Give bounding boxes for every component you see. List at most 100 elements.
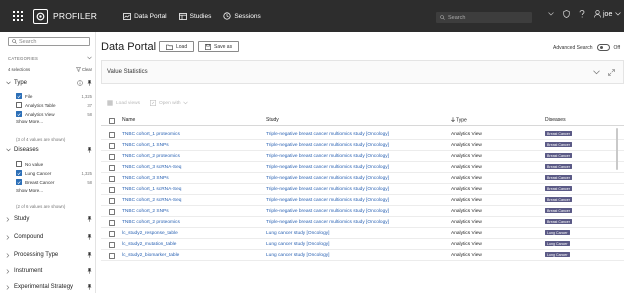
row-name-link[interactable]: lc_study2_mutation_table bbox=[122, 242, 176, 247]
row-checkbox[interactable] bbox=[109, 186, 115, 193]
row-checkbox[interactable] bbox=[109, 241, 115, 248]
global-search-input[interactable]: Search bbox=[436, 12, 532, 23]
table-row[interactable]: TNBC cohort_2 SNPs Triple-negative breast… bbox=[101, 206, 624, 217]
row-name-link[interactable]: lc_study2_biomarker_table bbox=[122, 253, 179, 258]
pin-icon[interactable] bbox=[87, 147, 92, 153]
row-checkbox[interactable] bbox=[109, 252, 115, 259]
row-checkbox[interactable] bbox=[109, 164, 115, 171]
checkbox[interactable] bbox=[16, 102, 22, 108]
column-header-name[interactable]: Name bbox=[122, 117, 135, 123]
checkbox[interactable] bbox=[16, 161, 22, 167]
shield-icon[interactable] bbox=[563, 10, 570, 18]
row-name-link[interactable]: TNBC cohort_3 scRNA-Seq bbox=[122, 165, 181, 170]
row-study-link[interactable]: Triple-negative breast cancer multiomics… bbox=[266, 187, 389, 192]
table-row[interactable]: lc_study2_mutation_table Lung cancer stud… bbox=[101, 239, 624, 250]
pin-icon[interactable] bbox=[87, 284, 92, 290]
row-name-link[interactable]: lc_study2_response_table bbox=[122, 231, 178, 236]
row-study-link[interactable]: Lung cancer study [Oncology] bbox=[266, 253, 329, 258]
toggle-switch[interactable] bbox=[597, 44, 611, 51]
help-icon[interactable] bbox=[579, 10, 585, 18]
app-grid-icon[interactable] bbox=[8, 6, 28, 26]
nav-studies[interactable]: Studies bbox=[178, 13, 211, 20]
checkbox-checked[interactable] bbox=[16, 179, 22, 185]
chevron-down-icon[interactable] bbox=[593, 70, 600, 75]
row-study-link[interactable]: Triple-negative breast cancer multiomics… bbox=[266, 220, 389, 225]
pin-icon[interactable] bbox=[87, 216, 92, 222]
facet-item-file[interactable]: File 1,325 bbox=[16, 93, 92, 99]
row-study-link[interactable]: Triple-negative breast cancer multiomics… bbox=[266, 198, 389, 203]
column-header-study[interactable]: Study bbox=[266, 117, 279, 123]
info-icon[interactable] bbox=[77, 80, 83, 86]
pin-icon[interactable] bbox=[87, 252, 92, 258]
table-row[interactable]: TNBC cohort_1 SNPs Triple-negative breast… bbox=[101, 140, 624, 151]
nav-sessions[interactable]: Sessions bbox=[223, 12, 261, 20]
table-row[interactable]: TNBC cohort_1 scRNA-Seq Triple-negative b… bbox=[101, 184, 624, 195]
row-name-link[interactable]: TNBC cohort_1 scRNA-Seq bbox=[122, 187, 181, 192]
row-name-link[interactable]: TNBC cohort_1 proteomics bbox=[122, 132, 180, 137]
chevron-down-icon[interactable] bbox=[87, 56, 92, 60]
facet-item-analytics-table[interactable]: Analytics Table 37 bbox=[16, 102, 92, 108]
facet-type-header[interactable]: Type bbox=[6, 80, 92, 86]
row-study-link[interactable]: Triple-negative breast cancer multiomics… bbox=[266, 143, 389, 148]
user-menu[interactable]: joe bbox=[594, 10, 622, 18]
row-study-link[interactable]: Triple-negative breast cancer multiomics… bbox=[266, 165, 389, 170]
value-statistics-panel[interactable]: Value Statistics bbox=[101, 60, 624, 84]
load-button[interactable]: Load bbox=[159, 41, 195, 52]
row-checkbox[interactable] bbox=[109, 175, 115, 182]
advanced-search-toggle[interactable]: Advanced Search Off bbox=[553, 44, 620, 51]
facet-compound-header[interactable]: Compound bbox=[6, 234, 92, 240]
facet-item-no-value[interactable]: No value bbox=[16, 161, 92, 167]
row-checkbox[interactable] bbox=[109, 142, 115, 149]
table-row[interactable]: lc_study2_response_table Lung cancer stud… bbox=[101, 228, 624, 239]
checkbox-checked[interactable] bbox=[16, 93, 22, 99]
table-row[interactable]: TNBC cohort_2 proteomics Triple-negative … bbox=[101, 217, 624, 228]
row-name-link[interactable]: TNBC cohort_2 scRNA-Seq bbox=[122, 198, 181, 203]
checkbox-checked[interactable] bbox=[16, 111, 22, 117]
facet-item-breast-cancer[interactable]: Breast Cancer 58 bbox=[16, 179, 92, 185]
row-study-link[interactable]: Lung cancer study [Oncology] bbox=[266, 231, 329, 236]
row-checkbox[interactable] bbox=[109, 219, 115, 226]
row-checkbox[interactable] bbox=[109, 153, 115, 160]
facet-item-analytics-view[interactable]: Analytics View 58 bbox=[16, 111, 92, 117]
row-study-link[interactable]: Triple-negative breast cancer multiomics… bbox=[266, 209, 389, 214]
nav-data-portal[interactable]: Data Portal bbox=[123, 13, 167, 20]
row-study-link[interactable]: Triple-negative breast cancer multiomics… bbox=[266, 176, 389, 181]
pin-icon[interactable] bbox=[87, 268, 92, 274]
vertical-scrollbar[interactable] bbox=[616, 128, 618, 170]
table-row[interactable]: TNBC cohort_3 SNPs Triple-negative breast… bbox=[101, 173, 624, 184]
chevron-down-icon[interactable] bbox=[548, 12, 554, 16]
row-checkbox[interactable] bbox=[109, 230, 115, 237]
expand-icon[interactable] bbox=[608, 69, 615, 76]
row-checkbox[interactable] bbox=[109, 208, 115, 215]
row-study-link[interactable]: Triple-negative breast cancer multiomics… bbox=[266, 154, 389, 159]
table-row[interactable]: TNBC cohort_2 proteomics Triple-negative … bbox=[101, 151, 624, 162]
brand[interactable]: PROFILER bbox=[33, 8, 97, 24]
row-study-link[interactable]: Lung cancer study [Oncology] bbox=[266, 242, 329, 247]
clear-button[interactable]: Clear bbox=[75, 67, 92, 72]
column-header-diseases[interactable]: Diseases bbox=[545, 117, 566, 123]
open-with-button[interactable]: Open with bbox=[150, 100, 191, 106]
save-as-button[interactable]: Save as bbox=[198, 41, 240, 52]
column-header-type[interactable]: Type bbox=[451, 117, 467, 123]
pin-icon[interactable] bbox=[87, 80, 92, 86]
pin-icon[interactable] bbox=[87, 234, 92, 240]
facet-study-header[interactable]: Study bbox=[6, 216, 92, 222]
table-row[interactable]: TNBC cohort_1 proteomics Triple-negative … bbox=[101, 129, 624, 140]
row-checkbox[interactable] bbox=[109, 131, 115, 138]
row-study-link[interactable]: Triple-negative breast cancer multiomics… bbox=[266, 132, 389, 137]
row-checkbox[interactable] bbox=[109, 197, 115, 204]
facet-experimental-strategy-header[interactable]: Experimental Strategy bbox=[6, 284, 92, 290]
table-row[interactable]: TNBC cohort_2 scRNA-Seq Triple-negative b… bbox=[101, 195, 624, 206]
row-name-link[interactable]: TNBC cohort_2 SNPs bbox=[122, 209, 169, 214]
checkbox-checked[interactable] bbox=[16, 170, 22, 176]
row-name-link[interactable]: TNBC cohort_2 proteomics bbox=[122, 154, 180, 159]
row-name-link[interactable]: TNBC cohort_2 proteomics bbox=[122, 220, 180, 225]
row-name-link[interactable]: TNBC cohort_3 SNPs bbox=[122, 176, 169, 181]
facet-diseases-header[interactable]: Diseases bbox=[6, 147, 92, 153]
table-row[interactable]: TNBC cohort_3 scRNA-Seq Triple-negative b… bbox=[101, 162, 624, 173]
show-more-link[interactable]: Show More... bbox=[16, 188, 43, 193]
facet-processing-type-header[interactable]: Processing Type bbox=[6, 252, 92, 258]
facet-search-input[interactable]: Search bbox=[8, 37, 90, 46]
facet-item-lung-cancer[interactable]: Lung Cancer 1,325 bbox=[16, 170, 92, 176]
table-row[interactable]: lc_study2_biomarker_table Lung cancer stu… bbox=[101, 250, 624, 261]
